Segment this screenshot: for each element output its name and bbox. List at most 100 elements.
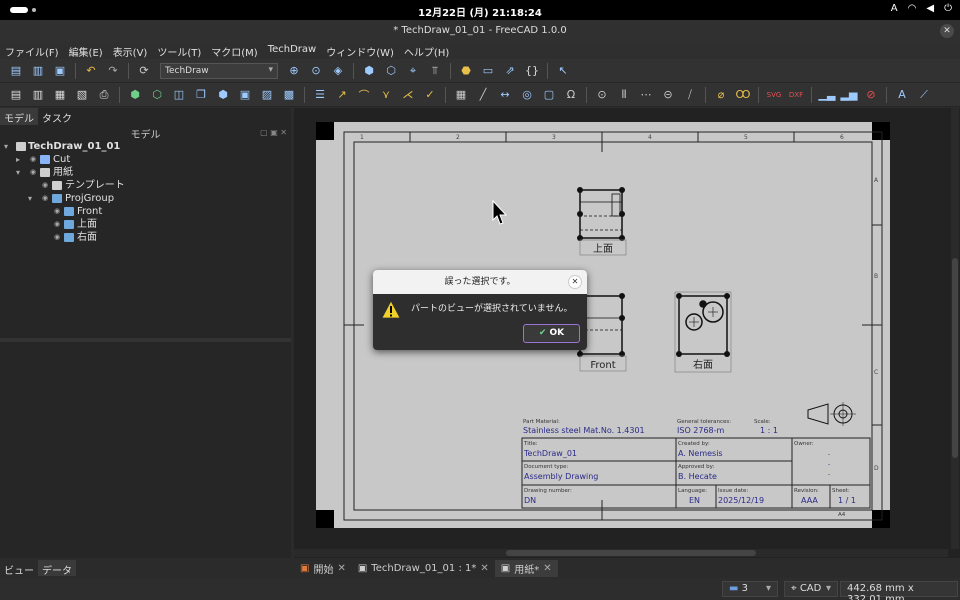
dimension-icon[interactable]: ↔ — [497, 87, 513, 103]
visibility-eye-icon[interactable]: ◉ — [42, 192, 50, 205]
menu-item-1[interactable]: 編集(E) — [64, 42, 108, 59]
tab-data-properties[interactable]: データ — [38, 560, 76, 577]
redo-icon[interactable]: ↷ — [105, 63, 121, 79]
redraw-page-icon[interactable]: ▦ — [52, 87, 68, 103]
power-icon[interactable]: ⏻ — [944, 3, 952, 14]
hole-shaft-fit-icon[interactable]: ✓ — [422, 87, 438, 103]
image-icon[interactable]: ▩ — [281, 87, 297, 103]
tab-tasks[interactable]: タスク — [38, 108, 76, 125]
tree-expand-icon[interactable]: ▾ — [16, 166, 24, 179]
print-icon[interactable]: ⎙ — [96, 87, 112, 103]
detail-view-icon[interactable]: ❐ — [193, 87, 209, 103]
document-tab[interactable]: ▣ 開始 ✕ — [294, 560, 352, 577]
spreadsheet-view-icon[interactable]: ▦ — [453, 87, 469, 103]
tree-expand-icon[interactable]: ▾ — [4, 140, 12, 153]
radius-icon[interactable]: Ꝏ — [735, 87, 751, 103]
stacked-chart-icon[interactable]: ▂▅ — [841, 87, 858, 103]
ok-button[interactable]: ✔ OK — [523, 324, 580, 343]
section-view-icon[interactable]: ◫ — [171, 87, 187, 103]
navigation-style-selector[interactable]: ⌖ CAD ▾ — [784, 581, 838, 597]
save-icon[interactable]: ▣ — [52, 63, 68, 79]
insert-view-icon[interactable]: ⬢ — [127, 87, 143, 103]
volume-icon[interactable]: ◀ — [926, 3, 934, 14]
layer-selector[interactable]: ▬ 3 ▾ — [722, 581, 778, 597]
weld-symbol-icon[interactable]: ⋎ — [378, 87, 394, 103]
rich-text-icon[interactable]: ⌒ — [356, 87, 372, 103]
new-page-template-icon[interactable]: ▥ — [30, 87, 46, 103]
menu-item-4[interactable]: マクロ(M) — [206, 42, 262, 59]
vertical-scrollbar[interactable] — [951, 108, 959, 549]
cosmetic-vertex-icon[interactable]: ▢ — [541, 87, 557, 103]
export-dxf-icon[interactable]: DXF — [788, 87, 804, 103]
menu-item-2[interactable]: 表示(V) — [108, 42, 153, 59]
macro-braces-icon[interactable]: {} — [524, 63, 540, 79]
measure-icon[interactable]: ⌖ — [405, 63, 421, 79]
tree-expand-icon[interactable]: ▾ — [28, 192, 36, 205]
panel-float-controls[interactable]: ▢ ▣ ✕ — [260, 128, 287, 137]
tab-view-properties[interactable]: ビュー — [0, 560, 38, 577]
balloon-icon[interactable]: ◎ — [519, 87, 535, 103]
input-method-indicator[interactable]: A — [891, 3, 898, 14]
export-svg-icon[interactable]: SVG — [766, 87, 782, 103]
line-decoration-icon[interactable]: ⧸ — [682, 87, 698, 103]
tree-item[interactable]: ◉ テンプレート — [0, 179, 291, 192]
dialog-close-button[interactable]: ✕ — [568, 275, 582, 289]
visibility-eye-icon[interactable]: ◉ — [54, 231, 62, 244]
new-page-icon[interactable]: ▤ — [8, 87, 24, 103]
tab-model[interactable]: モデル — [0, 108, 38, 125]
text-annotation-icon[interactable]: A — [894, 87, 910, 103]
visibility-eye-icon[interactable]: ◉ — [30, 166, 38, 179]
close-tab-icon[interactable]: ✕ — [480, 563, 488, 574]
menu-item-0[interactable]: ファイル(F) — [0, 42, 64, 59]
visibility-eye-icon[interactable]: ◉ — [54, 218, 62, 231]
visibility-eye-icon[interactable]: ◉ — [42, 179, 50, 192]
hatch-icon[interactable]: ⦀ — [616, 87, 632, 103]
document-tab[interactable]: ▣ 用紙* ✕ — [494, 559, 558, 577]
close-tab-icon[interactable]: ✕ — [543, 563, 551, 574]
projection-group-icon[interactable]: ⬡ — [149, 87, 165, 103]
chart-icon[interactable]: ▁▃ — [819, 87, 836, 103]
refresh-icon[interactable]: ⟳ — [136, 63, 152, 79]
clip-group-icon[interactable]: ▣ — [237, 87, 253, 103]
leader-line-icon[interactable]: ↗ — [334, 87, 350, 103]
symbol-icon[interactable]: ▨ — [259, 87, 275, 103]
circle-centermark-icon[interactable]: ⊙ — [594, 87, 610, 103]
remove-icon[interactable]: ⊘ — [863, 87, 879, 103]
tree-item[interactable]: ▾ TechDraw_01_01 — [0, 140, 291, 153]
tree-item[interactable]: ◉ 上面 — [0, 218, 291, 231]
view-isometric-icon[interactable]: ⬢ — [361, 63, 377, 79]
new-document-icon[interactable]: ▤ — [8, 63, 24, 79]
leader-icon[interactable]: ⟋ — [916, 87, 932, 103]
system-clock[interactable]: 12月22日 (月) 21:18:24 — [0, 4, 960, 19]
menu-item-3[interactable]: ツール(T) — [152, 42, 206, 59]
whats-this-icon[interactable]: ↖ — [555, 63, 571, 79]
menu-item-6[interactable]: ウィンドウ(W) — [321, 42, 399, 59]
zoom-fit-icon[interactable]: ⊕ — [286, 63, 302, 79]
window-close-button[interactable]: ✕ — [940, 24, 954, 38]
tree-item[interactable]: ▾ ◉ ProjGroup — [0, 192, 291, 205]
tree-item[interactable]: ◉ 右面 — [0, 231, 291, 244]
part-icon[interactable]: ⬣ — [458, 63, 474, 79]
tree-item[interactable]: ▸ ◉ Cut — [0, 153, 291, 166]
measure-tool-icon[interactable]: ⫪ — [427, 63, 443, 79]
horizontal-scrollbar[interactable] — [294, 549, 948, 557]
thread-icon[interactable]: ⊝ — [660, 87, 676, 103]
visibility-eye-icon[interactable]: ◉ — [30, 153, 38, 166]
active-view-icon[interactable]: ⬢ — [215, 87, 231, 103]
workbench-selector[interactable]: TechDraw — [160, 62, 278, 79]
open-document-icon[interactable]: ▥ — [30, 63, 46, 79]
draw-style-icon[interactable]: ◈ — [330, 63, 346, 79]
panel-splitter[interactable] — [0, 338, 291, 342]
surface-finish-icon[interactable]: ⋌ — [400, 87, 416, 103]
zoom-selection-icon[interactable]: ⊙ — [308, 63, 324, 79]
menu-item-5[interactable]: TechDraw — [263, 42, 322, 59]
link-icon[interactable]: ⇗ — [502, 63, 518, 79]
wifi-icon[interactable]: ◠ — [908, 3, 917, 14]
tree-item[interactable]: ▾ ◉ 用紙 — [0, 166, 291, 179]
menu-item-7[interactable]: ヘルプ(H) — [399, 42, 454, 59]
document-tab[interactable]: ▣ TechDraw_01_01 : 1* ✕ — [352, 562, 495, 575]
tree-expand-icon[interactable]: ▸ — [16, 153, 24, 166]
diameter-icon[interactable]: ⌀ — [713, 87, 729, 103]
geom-hatch-icon[interactable]: ⋯ — [638, 87, 654, 103]
omega-symbol-icon[interactable]: Ω — [563, 87, 579, 103]
